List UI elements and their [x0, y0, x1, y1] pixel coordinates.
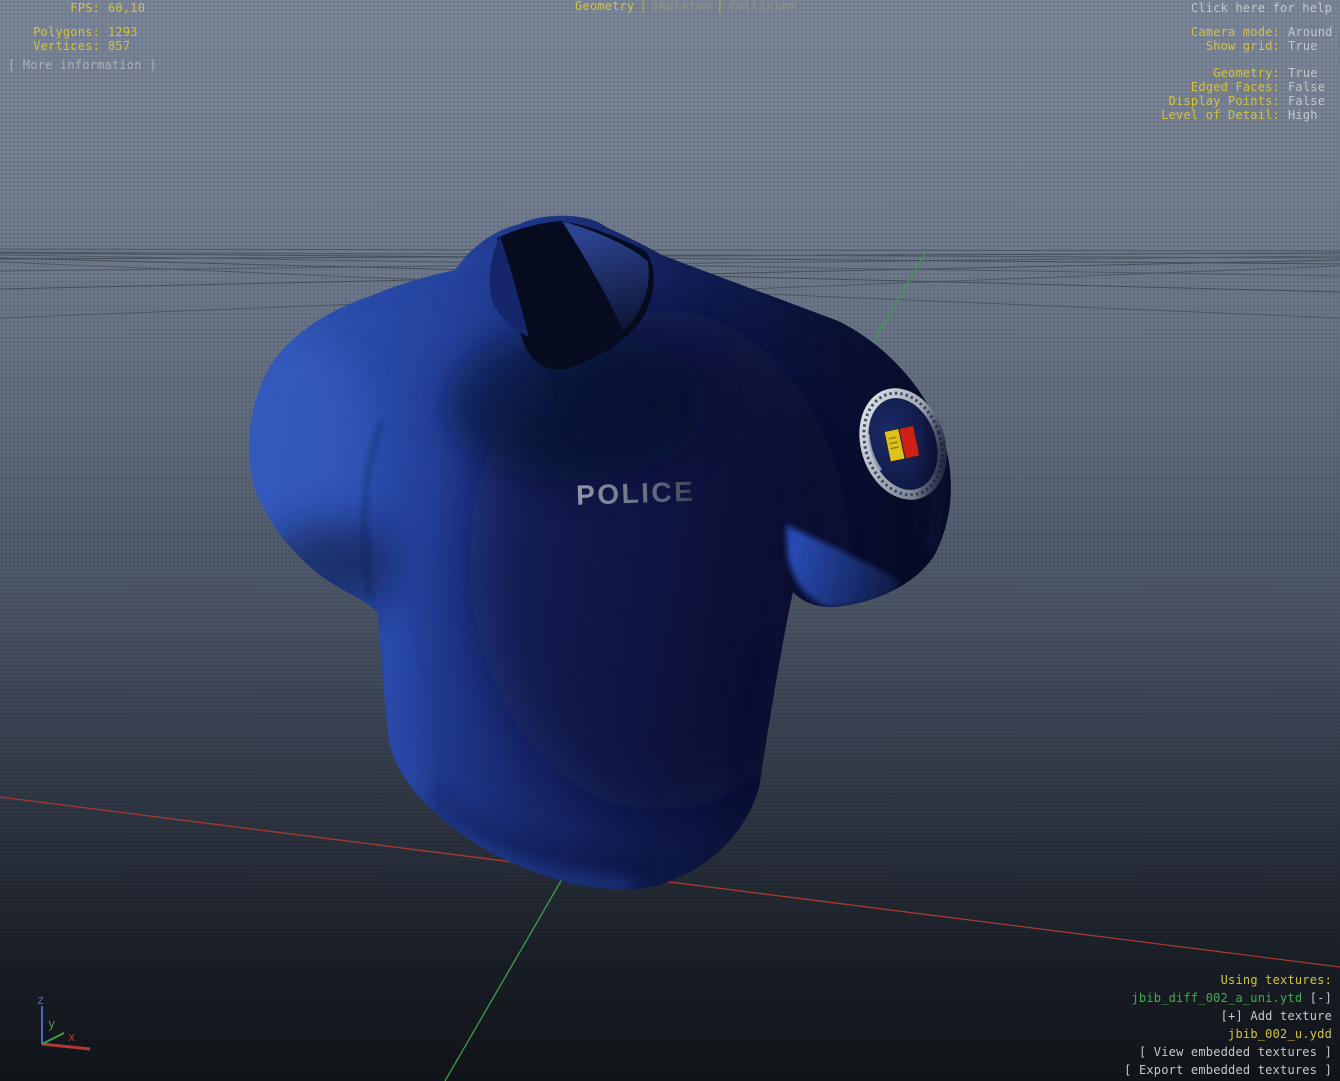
level-of-detail-label[interactable]: Level of Detail:: [1161, 108, 1280, 122]
view-embedded-textures-button[interactable]: [ View embedded textures ]: [1124, 1043, 1332, 1061]
shirt-3d-model[interactable]: POLICE: [225, 216, 961, 890]
axis-z-label: z: [37, 993, 44, 1007]
fps-row: FPS: 60,10: [8, 1, 157, 15]
tab-separator: |: [639, 0, 646, 13]
display-points-value[interactable]: False: [1288, 94, 1325, 108]
model-file-name: jbib_002_u.ydd: [1124, 1025, 1332, 1043]
vertices-row: Vertices: 857: [8, 39, 157, 53]
geometry-toggle-value[interactable]: True: [1288, 66, 1318, 80]
level-of-detail-value[interactable]: High: [1288, 108, 1318, 122]
police-text: POLICE: [576, 476, 696, 511]
texture-file-row: jbib_diff_002_a_uni.ytd [-]: [1124, 989, 1332, 1007]
tab-collision[interactable]: Collision: [729, 0, 796, 13]
fps-value: 60,10: [108, 1, 157, 15]
stats-panel: FPS: 60,10 Polygons: 1293 Vertices: 857 …: [8, 1, 157, 72]
display-points-label[interactable]: Display Points:: [1169, 94, 1280, 108]
more-information-link[interactable]: [ More information ]: [8, 58, 157, 72]
vertices-value: 857: [108, 39, 157, 53]
view-settings-panel: Camera mode: Around Show grid: True Geom…: [1161, 25, 1332, 122]
tab-separator: |: [716, 0, 723, 13]
polygons-label: Polygons:: [8, 25, 100, 39]
show-grid-label[interactable]: Show grid:: [1206, 39, 1280, 53]
tab-geometry[interactable]: Geometry: [575, 0, 634, 13]
polygons-row: Polygons: 1293: [8, 25, 157, 39]
textures-panel: Using textures: jbib_diff_002_a_uni.ytd …: [1124, 971, 1332, 1079]
polygons-value: 1293: [108, 25, 157, 39]
vertices-label: Vertices:: [8, 39, 100, 53]
help-link[interactable]: Click here for help: [1191, 1, 1332, 15]
camera-mode-value[interactable]: Around: [1288, 25, 1333, 39]
scene-canvas[interactable]: POLICE z y: [0, 0, 1340, 1081]
texture-file-name[interactable]: jbib_diff_002_a_uni.ytd: [1132, 991, 1303, 1005]
geometry-toggle-label[interactable]: Geometry:: [1213, 66, 1280, 80]
render-mode-tabs: Geometry | Skeleton | Collision: [575, 0, 796, 13]
edged-faces-label[interactable]: Edged Faces:: [1191, 80, 1280, 94]
viewport-3d[interactable]: POLICE z y: [0, 0, 1340, 1081]
axis-gizmo: z y x: [37, 993, 90, 1049]
export-embedded-textures-button[interactable]: [ Export embedded textures ]: [1124, 1061, 1332, 1079]
axis-x-label: x: [68, 1030, 75, 1044]
using-textures-label: Using textures:: [1124, 971, 1332, 989]
tab-skeleton[interactable]: Skeleton: [652, 0, 711, 13]
fps-label: FPS:: [8, 1, 100, 15]
edged-faces-value[interactable]: False: [1288, 80, 1325, 94]
camera-mode-label[interactable]: Camera mode:: [1191, 25, 1280, 39]
remove-texture-button[interactable]: [-]: [1310, 991, 1332, 1005]
show-grid-value[interactable]: True: [1288, 39, 1318, 53]
axis-y-label: y: [48, 1017, 55, 1031]
add-texture-button[interactable]: [+] Add texture: [1124, 1007, 1332, 1025]
